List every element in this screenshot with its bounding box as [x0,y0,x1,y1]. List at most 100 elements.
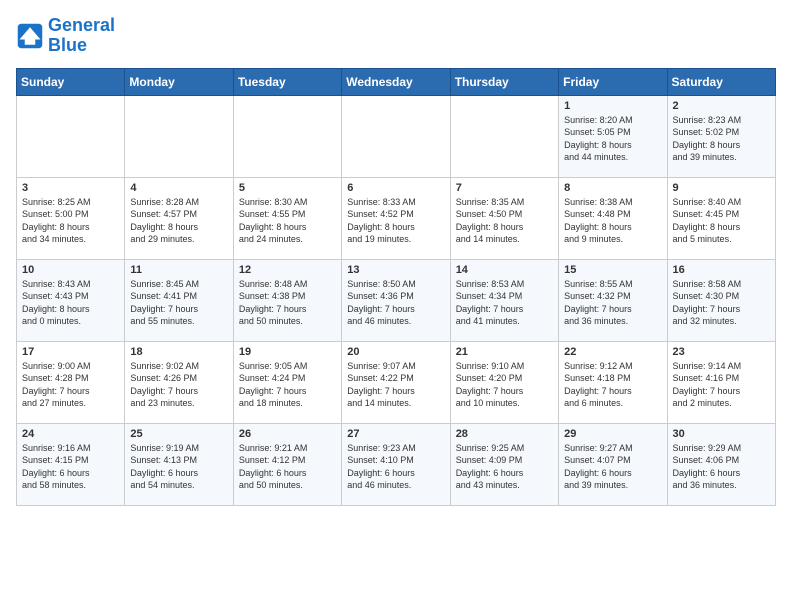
calendar-cell: 4Sunrise: 8:28 AM Sunset: 4:57 PM Daylig… [125,177,233,259]
day-info: Sunrise: 8:20 AM Sunset: 5:05 PM Dayligh… [564,114,661,164]
calendar-cell [125,95,233,177]
day-number: 18 [130,346,227,358]
calendar-cell [450,95,558,177]
day-info: Sunrise: 9:29 AM Sunset: 4:06 PM Dayligh… [673,442,770,492]
day-number: 12 [239,264,336,276]
day-info: Sunrise: 8:33 AM Sunset: 4:52 PM Dayligh… [347,196,444,246]
day-info: Sunrise: 9:10 AM Sunset: 4:20 PM Dayligh… [456,360,553,410]
calendar-cell: 27 Sunrise: 9:23 AM Sunset: 4:10 PM Dayli… [342,423,450,505]
calendar-cell: 25Sunrise: 9:19 AM Sunset: 4:13 PM Dayli… [125,423,233,505]
day-info: Sunrise: 8:43 AM Sunset: 4:43 PM Dayligh… [22,278,119,328]
calendar-cell: 3 Sunrise: 8:25 AM Sunset: 5:00 PM Daylig… [17,177,125,259]
weekday-header: Tuesday [233,68,341,95]
day-number: 1 [564,100,661,112]
day-number: 25 [130,428,227,440]
day-info: Sunrise: 8:45 AM Sunset: 4:41 PM Dayligh… [130,278,227,328]
day-number: 8 [564,182,661,194]
calendar-cell [342,95,450,177]
calendar-cell: 7 Sunrise: 8:35 AM Sunset: 4:50 PM Daylig… [450,177,558,259]
day-number: 27 [347,428,444,440]
weekday-header: Friday [559,68,667,95]
day-info: Sunrise: 8:40 AM Sunset: 4:45 PM Dayligh… [673,196,770,246]
calendar-cell: 21 Sunrise: 9:10 AM Sunset: 4:20 PM Dayli… [450,341,558,423]
day-number: 30 [673,428,770,440]
weekday-header: Wednesday [342,68,450,95]
day-info: Sunrise: 9:23 AM Sunset: 4:10 PM Dayligh… [347,442,444,492]
day-number: 9 [673,182,770,194]
day-number: 3 [22,182,119,194]
day-info: Sunrise: 9:16 AM Sunset: 4:15 PM Dayligh… [22,442,119,492]
day-number: 2 [673,100,770,112]
day-number: 7 [456,182,553,194]
day-info: Sunrise: 8:58 AM Sunset: 4:30 PM Dayligh… [673,278,770,328]
day-info: Sunrise: 8:28 AM Sunset: 4:57 PM Dayligh… [130,196,227,246]
day-number: 29 [564,428,661,440]
day-number: 28 [456,428,553,440]
day-number: 11 [130,264,227,276]
calendar-cell: 5 Sunrise: 8:30 AM Sunset: 4:55 PM Daylig… [233,177,341,259]
day-info: Sunrise: 9:25 AM Sunset: 4:09 PM Dayligh… [456,442,553,492]
day-number: 26 [239,428,336,440]
calendar-cell: 2 Sunrise: 8:23 AM Sunset: 5:02 PM Daylig… [667,95,775,177]
day-info: Sunrise: 9:07 AM Sunset: 4:22 PM Dayligh… [347,360,444,410]
calendar-cell: 18 Sunrise: 9:02 AM Sunset: 4:26 PM Dayli… [125,341,233,423]
day-info: Sunrise: 8:23 AM Sunset: 5:02 PM Dayligh… [673,114,770,164]
calendar-cell: 16 Sunrise: 8:58 AM Sunset: 4:30 PM Dayli… [667,259,775,341]
day-info: Sunrise: 8:25 AM Sunset: 5:00 PM Dayligh… [22,196,119,246]
day-info: Sunrise: 9:27 AM Sunset: 4:07 PM Dayligh… [564,442,661,492]
calendar-table: SundayMondayTuesdayWednesdayThursdayFrid… [16,68,776,506]
day-info: Sunrise: 9:21 AM Sunset: 4:12 PM Dayligh… [239,442,336,492]
weekday-header: Saturday [667,68,775,95]
day-number: 20 [347,346,444,358]
day-number: 19 [239,346,336,358]
calendar-cell: 28 Sunrise: 9:25 AM Sunset: 4:09 PM Dayli… [450,423,558,505]
calendar-cell [17,95,125,177]
page-header: General Blue [16,16,776,56]
calendar-cell: 9 Sunrise: 8:40 AM Sunset: 4:45 PM Daylig… [667,177,775,259]
calendar-cell: 10 Sunrise: 8:43 AM Sunset: 4:43 PM Dayli… [17,259,125,341]
calendar-cell: 12 Sunrise: 8:48 AM Sunset: 4:38 PM Dayli… [233,259,341,341]
calendar-cell: 14 Sunrise: 8:53 AM Sunset: 4:34 PM Dayli… [450,259,558,341]
day-number: 22 [564,346,661,358]
calendar-cell: 6 Sunrise: 8:33 AM Sunset: 4:52 PM Daylig… [342,177,450,259]
day-info: Sunrise: 8:30 AM Sunset: 4:55 PM Dayligh… [239,196,336,246]
day-number: 16 [673,264,770,276]
day-info: Sunrise: 8:53 AM Sunset: 4:34 PM Dayligh… [456,278,553,328]
calendar-cell: 8 Sunrise: 8:38 AM Sunset: 4:48 PM Daylig… [559,177,667,259]
day-info: Sunrise: 9:00 AM Sunset: 4:28 PM Dayligh… [22,360,119,410]
weekday-header: Thursday [450,68,558,95]
calendar-cell [233,95,341,177]
day-number: 14 [456,264,553,276]
weekday-header: Monday [125,68,233,95]
calendar-cell: 17Sunrise: 9:00 AM Sunset: 4:28 PM Dayli… [17,341,125,423]
calendar-cell: 15 Sunrise: 8:55 AM Sunset: 4:32 PM Dayli… [559,259,667,341]
day-info: Sunrise: 9:12 AM Sunset: 4:18 PM Dayligh… [564,360,661,410]
calendar-cell: 30 Sunrise: 9:29 AM Sunset: 4:06 PM Dayli… [667,423,775,505]
day-info: Sunrise: 8:55 AM Sunset: 4:32 PM Dayligh… [564,278,661,328]
day-number: 5 [239,182,336,194]
day-info: Sunrise: 9:14 AM Sunset: 4:16 PM Dayligh… [673,360,770,410]
day-number: 23 [673,346,770,358]
day-info: Sunrise: 8:50 AM Sunset: 4:36 PM Dayligh… [347,278,444,328]
logo-text: General Blue [48,16,115,56]
logo-icon [16,22,44,50]
calendar-cell: 23 Sunrise: 9:14 AM Sunset: 4:16 PM Dayli… [667,341,775,423]
day-number: 6 [347,182,444,194]
day-number: 21 [456,346,553,358]
day-info: Sunrise: 8:35 AM Sunset: 4:50 PM Dayligh… [456,196,553,246]
day-info: Sunrise: 8:38 AM Sunset: 4:48 PM Dayligh… [564,196,661,246]
day-number: 10 [22,264,119,276]
day-number: 15 [564,264,661,276]
calendar-cell: 22 Sunrise: 9:12 AM Sunset: 4:18 PM Dayli… [559,341,667,423]
day-number: 24 [22,428,119,440]
calendar-cell: 20 Sunrise: 9:07 AM Sunset: 4:22 PM Dayli… [342,341,450,423]
day-info: Sunrise: 9:02 AM Sunset: 4:26 PM Dayligh… [130,360,227,410]
day-info: Sunrise: 8:48 AM Sunset: 4:38 PM Dayligh… [239,278,336,328]
calendar-cell: 11 Sunrise: 8:45 AM Sunset: 4:41 PM Dayli… [125,259,233,341]
day-info: Sunrise: 9:05 AM Sunset: 4:24 PM Dayligh… [239,360,336,410]
calendar-cell: 19 Sunrise: 9:05 AM Sunset: 4:24 PM Dayli… [233,341,341,423]
calendar-cell: 29 Sunrise: 9:27 AM Sunset: 4:07 PM Dayli… [559,423,667,505]
calendar-cell: 1 Sunrise: 8:20 AM Sunset: 5:05 PM Daylig… [559,95,667,177]
logo: General Blue [16,16,115,56]
calendar-cell: 24 Sunrise: 9:16 AM Sunset: 4:15 PM Dayli… [17,423,125,505]
